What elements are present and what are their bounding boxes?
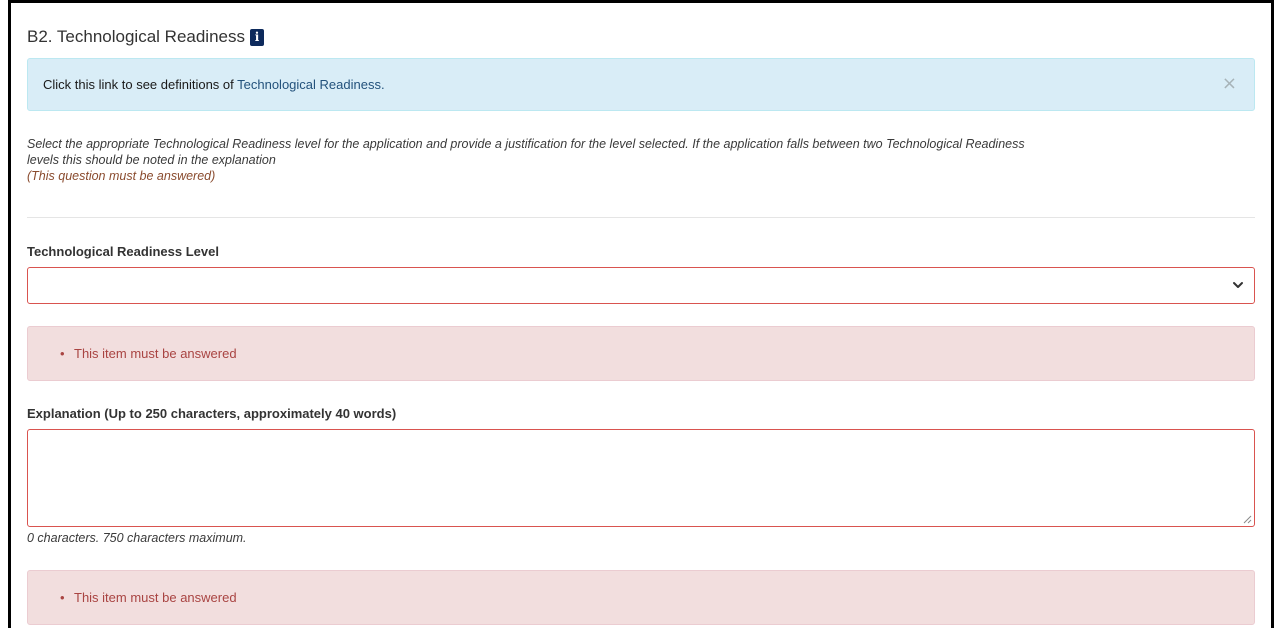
close-icon[interactable]: × — [1222, 73, 1237, 94]
instructions-line-1: Select the appropriate Technological Rea… — [27, 137, 1025, 151]
section-title: B2. Technological Readiness — [27, 27, 245, 46]
chevron-down-icon — [1233, 282, 1243, 288]
resize-handle-icon[interactable] — [1242, 514, 1252, 524]
definitions-alert: Click this link to see definitions of Te… — [27, 58, 1255, 111]
explanation-label: Explanation (Up to 250 characters, appro… — [27, 406, 397, 421]
readiness-level-error: • This item must be answered — [27, 326, 1255, 381]
readiness-level-error-text: This item must be answered — [74, 346, 237, 361]
character-counter: 0 characters. 750 characters maximum. — [27, 531, 247, 545]
section-header: B2. Technological Readiness i — [27, 25, 264, 49]
explanation-error-text: This item must be answered — [74, 590, 237, 605]
explanation-textarea[interactable] — [27, 429, 1255, 527]
definitions-link[interactable]: Technological Readiness. — [237, 77, 384, 92]
explanation-error: • This item must be answered — [27, 570, 1255, 625]
required-note: (This question must be answered) — [27, 169, 216, 183]
error-bullet: • — [60, 346, 65, 361]
alert-message: Click this link to see definitions of Te… — [43, 77, 385, 92]
question-instructions: Select the appropriate Technological Rea… — [27, 136, 1255, 184]
divider — [27, 217, 1255, 218]
instructions-line-2: levels this should be noted in the expla… — [27, 153, 276, 167]
error-bullet: • — [60, 590, 65, 605]
info-icon[interactable]: i — [250, 28, 264, 46]
readiness-level-select[interactable] — [27, 267, 1255, 304]
readiness-level-label: Technological Readiness Level — [27, 244, 219, 259]
question-panel: B2. Technological Readiness i Click this… — [8, 0, 1274, 628]
alert-text: Click this link to see definitions of — [43, 77, 238, 92]
